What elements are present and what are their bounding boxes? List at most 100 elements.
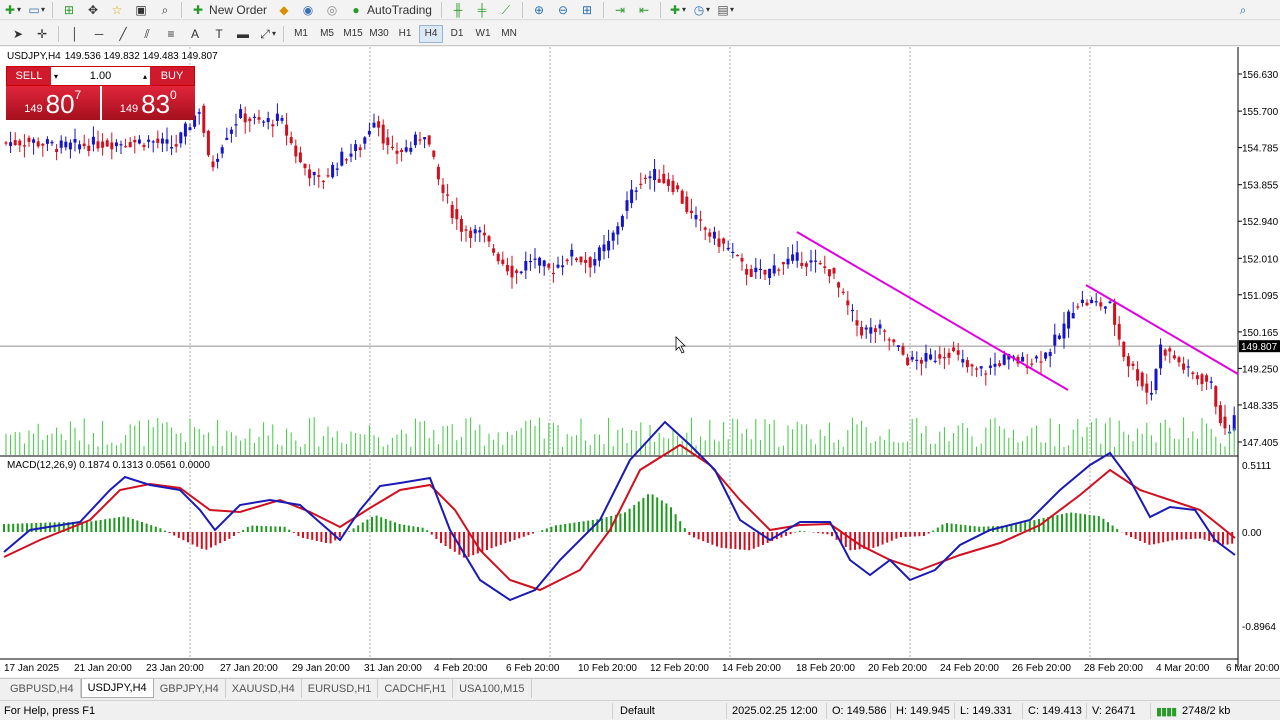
buy-button[interactable]: BUY xyxy=(150,67,194,85)
separator xyxy=(58,25,59,42)
timeframe-h4[interactable]: H4 xyxy=(419,24,444,43)
bar-chart-button[interactable]: ╫ xyxy=(447,1,469,19)
lot-up-icon[interactable]: ▴ xyxy=(143,72,147,81)
time-label: 17 Jan 2025 xyxy=(4,663,59,674)
lot-down-icon[interactable]: ▾ xyxy=(54,72,58,81)
candle-body xyxy=(1168,348,1172,352)
timeframe-m5[interactable]: M5 xyxy=(315,25,339,43)
chart-tab[interactable]: EURUSD,H1 xyxy=(302,679,379,698)
candle-body xyxy=(239,109,243,118)
buy-price[interactable]: 149 83 0 xyxy=(101,86,195,120)
candle-body xyxy=(781,262,785,265)
arrows-button[interactable]: ⤢ ▾ xyxy=(256,25,278,43)
timeframe-m15[interactable]: M15 xyxy=(341,25,365,43)
arrows-icon: ⤢ xyxy=(260,26,270,41)
candle-chart-button[interactable]: ╪ xyxy=(471,1,493,19)
market-button[interactable]: ◎ xyxy=(321,1,343,19)
candle-body xyxy=(855,320,859,326)
crosshair-button[interactable]: ✛ xyxy=(31,25,53,43)
search-button[interactable]: ⌕ xyxy=(1232,1,1254,19)
candle-body xyxy=(294,145,298,157)
text-label-button[interactable]: T xyxy=(208,25,230,43)
time-label: 20 Feb 20:00 xyxy=(868,663,927,674)
status-divider xyxy=(1150,703,1151,719)
candle-body xyxy=(768,268,772,279)
data-window-button[interactable]: ✥ xyxy=(82,1,104,19)
chart-tab[interactable]: GBPJPY,H4 xyxy=(154,679,226,698)
candle-body xyxy=(317,175,321,177)
chart-shift-icon: ⇥ xyxy=(614,2,626,17)
tester-button[interactable]: ⌕ xyxy=(154,1,176,19)
chart-tab[interactable]: XAUUSD,H4 xyxy=(226,679,302,698)
chart-tab[interactable]: USDJPY,H4 xyxy=(80,679,154,698)
timeframe-h1[interactable]: H1 xyxy=(393,25,417,43)
candle-body xyxy=(275,113,279,121)
magnifier-icon: ⌕ xyxy=(161,2,169,17)
trendline-button[interactable]: ╱ xyxy=(112,25,134,43)
channel-icon: ⫽ xyxy=(144,26,150,41)
autoscroll-button[interactable]: ⇤ xyxy=(633,1,655,19)
candle-body xyxy=(565,259,569,262)
candle-body xyxy=(285,124,289,136)
buy-price-big: 83 xyxy=(141,89,171,119)
signals-button[interactable]: ◉ xyxy=(297,1,319,19)
candle-body xyxy=(1223,416,1227,429)
candle-body xyxy=(965,360,969,368)
candle-body xyxy=(722,238,726,244)
timeframe-m1[interactable]: M1 xyxy=(289,25,313,43)
candle-body xyxy=(423,137,427,140)
terminal-button[interactable]: ▣ xyxy=(130,1,152,19)
lot-size-field[interactable]: ▾ 1.00 ▴ xyxy=(51,67,150,85)
new-order-button[interactable]: ✚ New Order xyxy=(187,1,271,19)
candle-body xyxy=(248,118,252,122)
new-chart-button[interactable]: ✚ ▾ xyxy=(1,1,23,19)
candle-body xyxy=(869,327,873,334)
autotrading-icon: ● xyxy=(352,2,360,17)
sell-price[interactable]: 149 80 7 xyxy=(6,86,100,120)
candle-body xyxy=(432,150,436,157)
one-click-row: SELL ▾ 1.00 ▴ BUY xyxy=(6,66,195,86)
chart-tab[interactable]: USA100,M15 xyxy=(453,679,532,698)
candle-body xyxy=(1159,344,1163,369)
vertical-line-button[interactable]: │ xyxy=(64,25,86,43)
candle-body xyxy=(984,373,988,375)
candle-body xyxy=(689,210,693,214)
timeframe-w1[interactable]: W1 xyxy=(471,25,495,43)
text-button[interactable]: A xyxy=(184,25,206,43)
line-chart-button[interactable]: ⟋ xyxy=(495,1,517,19)
indicators-button[interactable]: ✚ ▾ xyxy=(666,1,688,19)
chart-window[interactable]: 156.630 155.700 154.785 153.855 152.940 152.0… xyxy=(0,47,1280,677)
text-icon: A xyxy=(190,26,199,41)
rectangle-button[interactable]: ▬ xyxy=(232,25,254,43)
sell-button[interactable]: SELL xyxy=(7,67,51,85)
timeframe-d1[interactable]: D1 xyxy=(445,25,469,43)
chart-tab[interactable]: GBPUSD,H4 xyxy=(4,679,81,698)
horizontal-line-button[interactable]: ─ xyxy=(88,25,110,43)
fibonacci-button[interactable]: ≡ xyxy=(160,25,182,43)
candle-body xyxy=(1177,357,1181,363)
profiles-button[interactable]: ▭ ▾ xyxy=(25,1,47,19)
cursor-button[interactable]: ➤ xyxy=(7,25,29,43)
navigator-button[interactable]: ☆ xyxy=(106,1,128,19)
chart-tab[interactable]: CADCHF,H1 xyxy=(378,679,454,698)
templates-button[interactable]: ▤ ▾ xyxy=(714,1,736,19)
candle-body xyxy=(197,112,201,114)
candle-body xyxy=(271,124,275,127)
tile-windows-button[interactable]: ⊞ xyxy=(576,1,598,19)
candle-body xyxy=(804,263,808,267)
candle-body xyxy=(887,339,891,341)
channel-button[interactable]: ⫽ xyxy=(136,25,158,43)
chart-shift-button[interactable]: ⇥ xyxy=(609,1,631,19)
star-icon: ☆ xyxy=(111,2,123,17)
metaeditor-button[interactable]: ◆ xyxy=(273,1,295,19)
zoom-in-button[interactable]: ⊕ xyxy=(528,1,550,19)
timeframe-m30[interactable]: M30 xyxy=(367,25,391,43)
status-divider xyxy=(826,703,827,719)
autotrading-button[interactable]: ● AutoTrading xyxy=(345,1,436,19)
candle-body xyxy=(956,350,960,355)
zoom-out-button[interactable]: ⊖ xyxy=(552,1,574,19)
market-watch-button[interactable]: ⊞ xyxy=(58,1,80,19)
timeframe-mn[interactable]: MN xyxy=(497,25,521,43)
candle-body xyxy=(708,232,712,237)
periods-button[interactable]: ◷ ▾ xyxy=(690,1,712,19)
